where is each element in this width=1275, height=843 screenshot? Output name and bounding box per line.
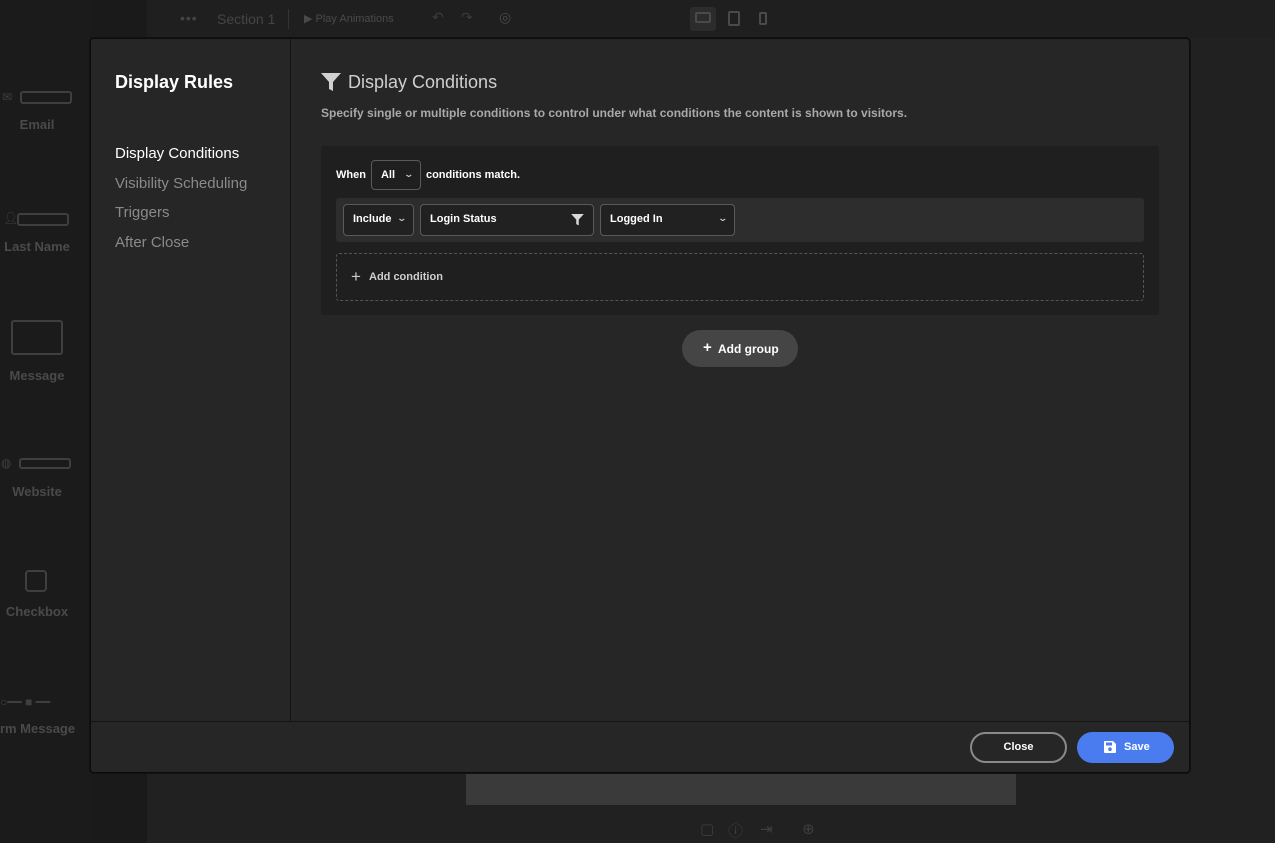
sidebar-item-after-close[interactable]: After Close: [115, 234, 247, 264]
textarea-icon: [11, 320, 63, 355]
palette-label: Message: [9, 368, 65, 383]
chevron-down-icon: ⌄: [396, 213, 408, 223]
modal-main: Display Conditions Specify single or mul…: [292, 39, 1189, 721]
play-animations-label: Play Animations: [315, 13, 394, 25]
chevron-down-icon: ⌄: [403, 169, 415, 179]
eye-off-icon[interactable]: ◎: [499, 9, 511, 26]
info-icon[interactable]: ⓘ: [728, 820, 743, 841]
match-select[interactable]: All ⌄: [370, 160, 421, 190]
sidebar-item-visibility-scheduling[interactable]: Visibility Scheduling: [115, 175, 247, 205]
more-icon[interactable]: •••: [180, 10, 198, 26]
desktop-icon[interactable]: [690, 7, 716, 31]
palette-label: Checkbox: [5, 604, 69, 619]
condition-group: When All ⌄ conditions match. Include ⌄ L…: [321, 146, 1159, 315]
palette-item-last-name: 👤︎ Last Name: [0, 210, 90, 260]
person-icon: 👤︎: [3, 211, 19, 225]
save-button[interactable]: Save: [1077, 732, 1174, 763]
chevron-down-icon: ⌄: [717, 213, 729, 223]
filter-icon: [571, 214, 584, 226]
sidebar-item-display-conditions[interactable]: Display Conditions: [115, 145, 247, 175]
palette-label: Last Name: [4, 239, 70, 254]
close-button[interactable]: Close: [970, 732, 1067, 763]
section-title: Display Conditions: [348, 72, 498, 92]
section-name: Section 1: [217, 11, 276, 27]
checkbox-icon: [25, 570, 47, 592]
undo-icon[interactable]: ↶: [432, 9, 444, 26]
field-palette: ✉ Email 👤︎ Last Name Message ◍ Website C…: [0, 0, 90, 843]
plus-icon: +: [351, 267, 361, 286]
save-label: Save: [1124, 741, 1150, 753]
match-value: All: [380, 169, 396, 181]
field-value: Login Status: [430, 213, 497, 225]
palette-label: Email: [19, 117, 55, 132]
add-condition-label: Add condition: [369, 271, 443, 283]
include-value: Include: [353, 213, 392, 225]
modal-sidebar: Display Rules Display Conditions Visibil…: [91, 39, 291, 721]
condition-row: Include ⌄ Login Status Logged In ⌄: [336, 198, 1144, 242]
match-suffix: conditions match.: [425, 169, 521, 181]
info-line-icon: ○━━ ■ ━━: [0, 695, 51, 709]
when-label: When: [336, 169, 366, 181]
sidebar-item-triggers[interactable]: Triggers: [115, 204, 247, 234]
editor-topbar: ••• Section 1 ▶ Play Animations ↶ ↷ ◎: [147, 0, 1275, 38]
input-icon: [20, 91, 72, 104]
input-icon: [17, 213, 69, 226]
tablet-icon[interactable]: [721, 7, 747, 31]
section-description: Specify single or multiple conditions to…: [321, 106, 908, 120]
divider: [288, 9, 289, 29]
redo-icon[interactable]: ↷: [461, 9, 473, 26]
sidebar-nav: Display Conditions Visibility Scheduling…: [115, 145, 247, 263]
save-icon: [1104, 741, 1116, 753]
value-text: Logged In: [610, 213, 663, 225]
palette-item-email: ✉ Email: [0, 90, 90, 140]
palette-item-message: Message: [0, 318, 90, 388]
canvas-block: [466, 773, 1016, 805]
plus-icon: +: [703, 339, 712, 356]
match-row: When All ⌄ conditions match.: [336, 160, 520, 190]
palette-label: orm Message: [0, 721, 76, 736]
modal-footer: Close Save: [91, 721, 1189, 772]
field-select[interactable]: Login Status: [420, 204, 594, 236]
value-select[interactable]: Logged In ⌄: [600, 204, 735, 236]
mobile-icon[interactable]: [750, 7, 776, 31]
filter-icon: [321, 73, 341, 91]
palette-item-form-message: ○━━ ■ ━━ orm Message: [0, 694, 90, 739]
copy-icon[interactable]: ▢: [700, 820, 714, 838]
input-icon: [19, 458, 71, 469]
envelope-icon: ✉: [2, 90, 13, 104]
display-rules-modal: Display Rules Display Conditions Visibil…: [90, 38, 1190, 773]
add-block-icon[interactable]: ⊕: [802, 820, 815, 838]
add-condition-button[interactable]: + Add condition: [336, 253, 1144, 301]
palette-item-checkbox: Checkbox: [0, 568, 90, 623]
palette-item-website: ◍ Website: [0, 455, 90, 505]
globe-icon: ◍: [1, 456, 12, 470]
play-animations-button[interactable]: ▶ Play Animations: [304, 12, 394, 25]
palette-label: Website: [12, 484, 62, 499]
include-select[interactable]: Include ⌄: [343, 204, 414, 236]
add-group-label: Add group: [718, 342, 779, 356]
modal-title: Display Rules: [115, 72, 234, 92]
add-group-button[interactable]: + Add group: [682, 330, 798, 367]
section-header: Display Conditions: [321, 72, 497, 93]
move-icon[interactable]: ⇥: [760, 820, 773, 838]
